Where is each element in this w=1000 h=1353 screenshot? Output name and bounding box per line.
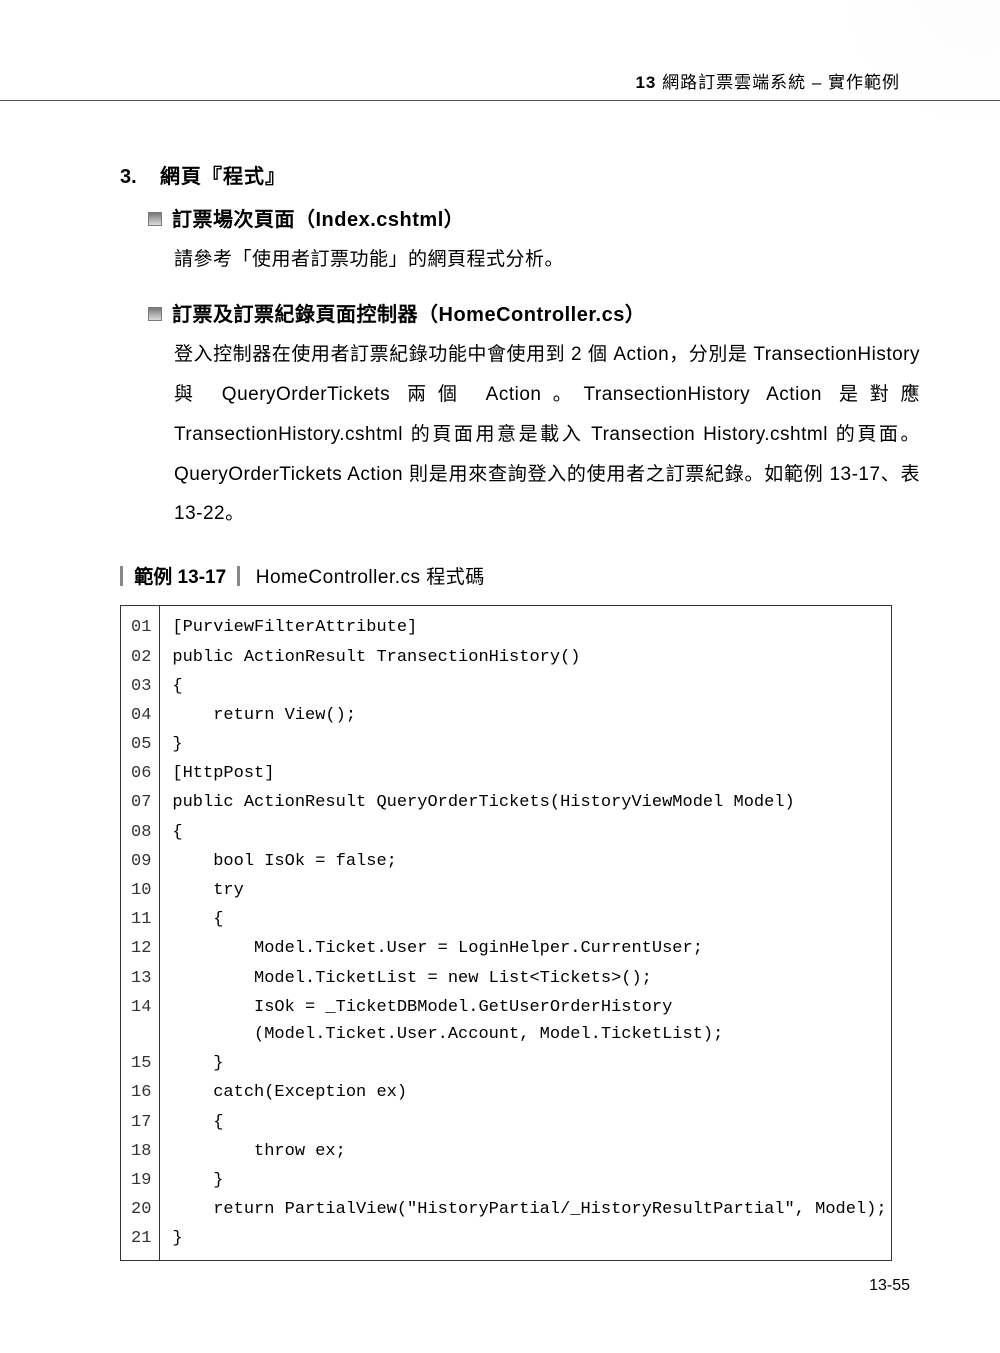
code-text: [HttpPost] [160,759,893,788]
chapter-header: 13 網路訂票雲端系統 – 實作範例 [635,68,900,93]
code-line: 10 try [121,876,893,905]
code-text: } [160,730,893,759]
line-number: 18 [121,1137,160,1166]
example-number: 範例 13-17 [134,567,226,588]
code-line: 04 return View(); [121,701,893,730]
section-number: 3. [120,166,160,189]
chapter-number: 13 [635,73,656,92]
code-line: 18 throw ex; [121,1137,893,1166]
code-line: 05} [121,730,893,759]
page-number: 13-55 [869,1277,910,1295]
line-number: 12 [121,934,160,963]
example-caption: HomeController.cs 程式碼 [256,567,485,588]
code-text: return View(); [160,701,893,730]
code-text: public ActionResult QueryOrderTickets(Hi… [160,788,893,817]
bullet-title: 訂票及訂票紀錄頁面控制器（HomeController.cs） [172,298,645,327]
line-number: 06 [121,759,160,788]
corner-decoration [770,0,1000,120]
line-number: 20 [121,1195,160,1224]
code-text: Model.TicketList = new List<Tickets>(); [160,964,893,993]
code-table: 01[PurviewFilterAttribute]02public Actio… [121,606,893,1260]
line-number: 16 [121,1078,160,1107]
code-text: try [160,876,893,905]
code-text: { [160,672,893,701]
code-line: 14 IsOk = _TicketDBModel.GetUserOrderHis… [121,993,893,1049]
code-line: 02public ActionResult TransectionHistory… [121,643,893,672]
page: 13 網路訂票雲端系統 – 實作範例 3. 網頁『程式』 訂票場次頁面（Inde… [0,0,1000,1353]
line-number: 13 [121,964,160,993]
code-line: 19 } [121,1166,893,1195]
bullet-item: 訂票場次頁面（Index.cshtml） [148,203,920,232]
example-bar-icon [237,566,240,586]
code-text: return PartialView("HistoryPartial/_Hist… [160,1195,893,1224]
code-text: IsOk = _TicketDBModel.GetUserOrderHistor… [160,993,893,1049]
chapter-title: 網路訂票雲端系統 – 實作範例 [662,73,900,92]
code-line: 07public ActionResult QueryOrderTickets(… [121,788,893,817]
code-text: } [160,1049,893,1078]
line-number: 15 [121,1049,160,1078]
line-number: 21 [121,1224,160,1260]
bullet-item: 訂票及訂票紀錄頁面控制器（HomeController.cs） [148,298,920,327]
example-label: 範例 13-17 HomeController.cs 程式碼 [120,562,920,589]
bullet-paragraph: 請參考「使用者訂票功能」的網頁程式分析。 [174,240,920,280]
code-line: 13 Model.TicketList = new List<Tickets>(… [121,964,893,993]
code-line: 17 { [121,1108,893,1137]
line-number: 05 [121,730,160,759]
square-bullet-icon [148,307,162,321]
code-text: } [160,1224,893,1260]
code-text: { [160,905,893,934]
code-line: 08{ [121,818,893,847]
line-number: 08 [121,818,160,847]
line-number: 14 [121,993,160,1049]
section-heading: 3. 網頁『程式』 [120,160,920,189]
code-text: public ActionResult TransectionHistory() [160,643,893,672]
line-number: 09 [121,847,160,876]
code-text: Model.Ticket.User = LoginHelper.CurrentU… [160,934,893,963]
code-line: 11 { [121,905,893,934]
code-line: 20 return PartialView("HistoryPartial/_H… [121,1195,893,1224]
code-line: 21} [121,1224,893,1260]
code-line: 09 bool IsOk = false; [121,847,893,876]
header-divider [0,100,1000,101]
code-line: 01[PurviewFilterAttribute] [121,606,893,642]
code-text: { [160,818,893,847]
code-text: bool IsOk = false; [160,847,893,876]
line-number: 02 [121,643,160,672]
square-bullet-icon [148,212,162,226]
bullet-paragraph: 登入控制器在使用者訂票紀錄功能中會使用到 2 個 Action，分別是 Tran… [174,335,920,534]
code-line: 03{ [121,672,893,701]
code-text: } [160,1166,893,1195]
code-line: 15 } [121,1049,893,1078]
code-listing: 01[PurviewFilterAttribute]02public Actio… [120,605,892,1261]
code-text: throw ex; [160,1137,893,1166]
line-number: 03 [121,672,160,701]
line-number: 04 [121,701,160,730]
code-line: 06[HttpPost] [121,759,893,788]
code-line: 12 Model.Ticket.User = LoginHelper.Curre… [121,934,893,963]
code-text: catch(Exception ex) [160,1078,893,1107]
line-number: 11 [121,905,160,934]
bullet-title: 訂票場次頁面（Index.cshtml） [172,203,464,232]
code-text: { [160,1108,893,1137]
code-text: [PurviewFilterAttribute] [160,606,893,642]
line-number: 19 [121,1166,160,1195]
line-number: 10 [121,876,160,905]
content: 3. 網頁『程式』 訂票場次頁面（Index.cshtml） 請參考「使用者訂票… [120,160,920,1261]
example-bar-icon [120,566,129,586]
code-line: 16 catch(Exception ex) [121,1078,893,1107]
section-title: 網頁『程式』 [160,160,286,189]
line-number: 17 [121,1108,160,1137]
line-number: 01 [121,606,160,642]
line-number: 07 [121,788,160,817]
